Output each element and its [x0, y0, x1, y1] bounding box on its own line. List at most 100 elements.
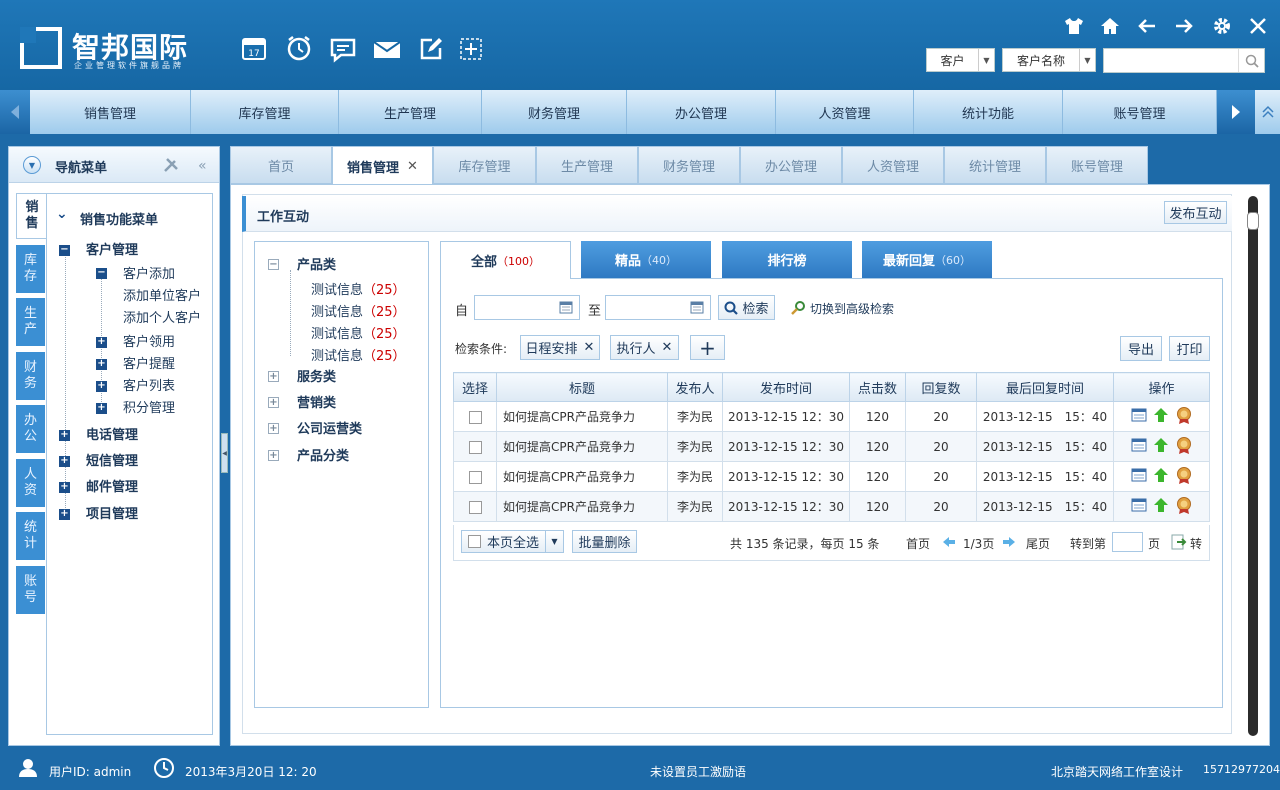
view-icon[interactable] — [1131, 468, 1147, 485]
alarm-clock-icon[interactable] — [284, 33, 314, 63]
chevron-down-icon[interactable]: ⌄ — [56, 206, 68, 222]
itab-featured[interactable]: 精品 （40） — [581, 241, 711, 278]
nav-scroll-right[interactable] — [1217, 90, 1255, 134]
category-operations[interactable]: 公司运营类 — [297, 418, 362, 437]
go-icon[interactable] — [1171, 534, 1187, 553]
tree-item-points[interactable]: 积分管理 — [123, 397, 175, 416]
close-icon[interactable]: ✕ — [662, 340, 673, 355]
tab-hr[interactable]: 人资管理 — [842, 146, 944, 184]
first-page-link[interactable]: 首页 — [906, 535, 930, 552]
category-item[interactable]: 测试信息（25） — [311, 279, 406, 298]
award-icon[interactable] — [1175, 436, 1193, 457]
tree-item-add-unit[interactable]: 添加单位客户 — [123, 285, 201, 304]
nav-item-hr[interactable]: 人资管理 — [776, 90, 914, 134]
row-select-cell[interactable] — [453, 401, 497, 432]
tree-expand-icon[interactable]: + — [268, 420, 279, 434]
publish-button[interactable]: 发布互动 — [1164, 201, 1227, 224]
tree-item-customer-list[interactable]: 客户列表 — [123, 375, 175, 394]
tree-collapse-icon[interactable]: − — [268, 256, 279, 270]
tab-sales[interactable]: 销售管理 ✕ — [332, 146, 433, 185]
tree-item-sms[interactable]: 短信管理 — [86, 450, 138, 469]
nav-item-production[interactable]: 生产管理 — [339, 90, 482, 134]
vtab-production[interactable]: 生产 — [16, 298, 45, 346]
nav-item-office[interactable]: 办公管理 — [627, 90, 776, 134]
row-checkbox[interactable] — [468, 410, 482, 424]
tree-item-mail[interactable]: 邮件管理 — [86, 476, 138, 495]
tree-expand-icon[interactable]: + — [96, 377, 107, 392]
row-checkbox[interactable] — [468, 500, 482, 514]
row-title[interactable]: 如何提高CPR产品竞争力 — [496, 401, 668, 432]
category-item[interactable]: 测试信息（25） — [311, 323, 406, 342]
tree-expand-icon[interactable]: + — [268, 368, 279, 382]
category-item[interactable]: 测试信息（25） — [311, 345, 406, 364]
calendar-icon[interactable] — [690, 300, 704, 317]
award-icon[interactable] — [1175, 496, 1193, 517]
vtab-inventory[interactable]: 库存 — [16, 245, 45, 293]
search-icon[interactable] — [1238, 49, 1264, 72]
calendar-icon[interactable] — [559, 300, 573, 317]
chevron-down-icon[interactable]: ▼ — [545, 531, 563, 552]
tab-account[interactable]: 账号管理 — [1046, 146, 1148, 184]
scrollbar[interactable] — [1248, 196, 1258, 736]
award-icon[interactable] — [1175, 466, 1193, 487]
tree-expand-icon[interactable]: + — [268, 394, 279, 408]
advanced-search-link[interactable]: 切换到高级检索 — [810, 300, 894, 317]
view-icon[interactable] — [1131, 438, 1147, 455]
nav-scroll-left[interactable] — [0, 90, 30, 134]
home-icon[interactable] — [1099, 15, 1121, 37]
prev-page-icon[interactable] — [942, 536, 956, 551]
filter-tag-executor[interactable]: 执行人 ✕ — [610, 335, 679, 360]
itab-latest-reply[interactable]: 最新回复 （60） — [862, 241, 992, 278]
chevron-down-circle-icon[interactable]: ▼ — [23, 156, 41, 174]
export-button[interactable]: 导出 — [1120, 336, 1162, 361]
row-title[interactable]: 如何提高CPR产品竞争力 — [496, 431, 668, 462]
arrow-up-icon[interactable] — [1153, 497, 1169, 516]
nav-item-sales[interactable]: 销售管理 — [30, 90, 191, 134]
select-all-dropdown[interactable]: 本页全选 ▼ — [461, 530, 564, 553]
add-box-icon[interactable] — [456, 34, 486, 64]
print-button[interactable]: 打印 — [1169, 336, 1210, 361]
category-service[interactable]: 服务类 — [297, 366, 336, 385]
row-checkbox[interactable] — [468, 440, 482, 454]
row-title[interactable]: 如何提高CPR产品竞争力 — [496, 461, 668, 492]
collapse-up-icon[interactable] — [1255, 90, 1280, 134]
scrollbar-thumb[interactable] — [1247, 212, 1259, 230]
search-button[interactable]: 检索 — [718, 295, 775, 320]
row-checkbox[interactable] — [468, 470, 482, 484]
tab-stats[interactable]: 统计管理 — [944, 146, 1046, 184]
tree-item-add-person[interactable]: 添加个人客户 — [123, 307, 201, 326]
tree-expand-icon[interactable]: + — [96, 399, 107, 414]
table-row[interactable]: 如何提高CPR产品竞争力 李为民 2013-12-15 12：30 120 20 2013… — [453, 431, 1210, 462]
arrow-up-icon[interactable] — [1153, 437, 1169, 456]
tree-item-customer-add[interactable]: 客户添加 — [123, 263, 175, 282]
tree-collapse-icon[interactable]: − — [59, 241, 70, 256]
tree-expand-icon[interactable]: + — [96, 333, 107, 348]
row-title[interactable]: 如何提高CPR产品竞争力 — [496, 491, 668, 522]
filter-tag-schedule[interactable]: 日程安排 ✕ — [520, 335, 600, 360]
forward-arrow-icon[interactable] — [1173, 15, 1195, 37]
row-select-cell[interactable] — [453, 491, 497, 522]
tab-office[interactable]: 办公管理 — [740, 146, 842, 184]
go-button[interactable]: 转 — [1190, 535, 1202, 552]
nav-item-stats[interactable]: 统计功能 — [914, 90, 1063, 134]
gear-icon[interactable] — [1211, 15, 1233, 37]
nav-item-account[interactable]: 账号管理 — [1063, 90, 1217, 134]
close-icon[interactable]: ✕ — [407, 159, 418, 174]
vtab-account[interactable]: 账号 — [16, 566, 45, 614]
goto-page-input[interactable] — [1112, 532, 1143, 552]
collapse-left-icon[interactable]: « — [198, 158, 207, 174]
row-select-cell[interactable] — [453, 431, 497, 462]
close-icon[interactable] — [1247, 15, 1269, 37]
tree-expand-icon[interactable]: + — [59, 505, 70, 520]
vtab-hr[interactable]: 人资 — [16, 459, 45, 507]
close-icon[interactable]: ✕ — [584, 340, 595, 355]
category-product[interactable]: 产品类 — [297, 254, 336, 273]
nav-item-inventory[interactable]: 库存管理 — [191, 90, 339, 134]
vtab-office[interactable]: 办公 — [16, 405, 45, 453]
tab-finance[interactable]: 财务管理 — [638, 146, 740, 184]
skin-icon[interactable] — [1063, 15, 1085, 37]
tab-production[interactable]: 生产管理 — [536, 146, 638, 184]
next-page-icon[interactable] — [1002, 536, 1016, 551]
search-field-select[interactable]: 客户名称 ▼ — [1002, 48, 1096, 72]
tab-inventory[interactable]: 库存管理 — [433, 146, 536, 184]
